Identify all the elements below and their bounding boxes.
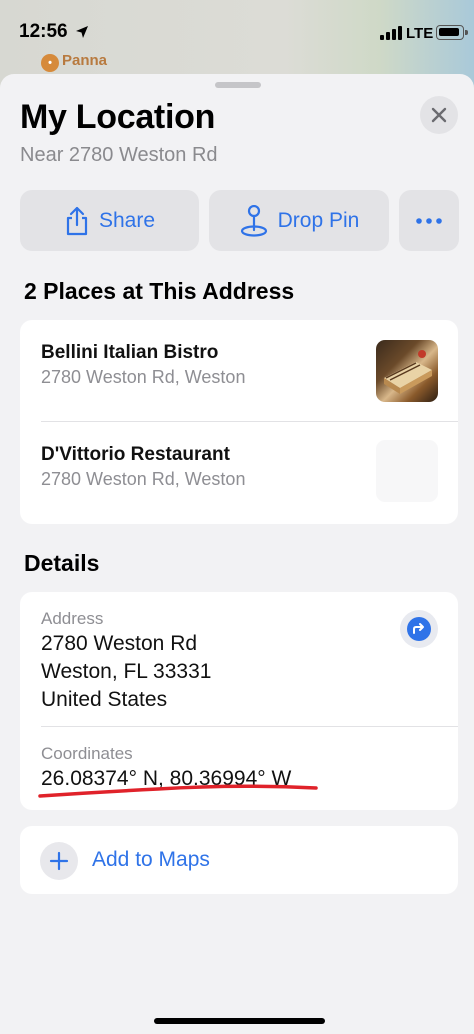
- place-address: 2780 Weston Rd, Weston: [41, 367, 246, 387]
- more-icon: [416, 217, 442, 224]
- add-to-maps-label: Add to Maps: [92, 848, 210, 871]
- share-icon: [66, 206, 88, 235]
- address-label: Address: [41, 609, 104, 628]
- plus-icon: [49, 851, 69, 871]
- drop-pin-button[interactable]: Drop Pin: [209, 190, 389, 251]
- directions-icon: [407, 617, 431, 641]
- more-button[interactable]: [399, 190, 459, 251]
- share-label: Share: [98, 208, 156, 232]
- places-heading: 2 Places at This Address: [24, 278, 295, 304]
- add-to-maps-button[interactable]: Add to Maps: [20, 826, 458, 894]
- places-card: Bellini Italian Bistro 2780 Weston Rd, W…: [20, 320, 458, 524]
- details-heading: Details: [24, 550, 100, 576]
- location-arrow-icon: [76, 26, 88, 38]
- place-photo: [376, 340, 438, 402]
- close-button[interactable]: [420, 96, 458, 134]
- status-time: 12:56: [19, 21, 68, 42]
- details-card: Address 2780 Weston Rd Weston, FL 33331 …: [20, 592, 458, 810]
- status-bar: 12:56 LTE: [0, 0, 474, 60]
- place-name: D'Vittorio Restaurant: [41, 444, 230, 465]
- battery-icon: [436, 25, 468, 40]
- address-line-2: Weston, FL 33331: [41, 660, 212, 683]
- place-address: 2780 Weston Rd, Weston: [41, 469, 246, 489]
- coordinates-label: Coordinates: [41, 744, 133, 763]
- location-sheet: My Location Near 2780 Weston Rd Share Dr…: [0, 74, 474, 1034]
- place-name: Bellini Italian Bistro: [41, 342, 219, 363]
- directions-button[interactable]: [400, 610, 438, 648]
- home-indicator[interactable]: [154, 1018, 325, 1024]
- drop-pin-icon: [240, 204, 267, 237]
- close-icon: [431, 107, 447, 123]
- share-button[interactable]: Share: [20, 190, 199, 251]
- network-type: LTE: [406, 25, 434, 42]
- drop-pin-label: Drop Pin: [277, 208, 360, 232]
- signal-icon: [380, 26, 402, 40]
- divider: [41, 726, 458, 727]
- red-underline-annotation: [38, 784, 318, 798]
- cake-image: [384, 350, 432, 394]
- address-line-3: United States: [41, 688, 168, 711]
- place-row-dvittorio[interactable]: D'Vittorio Restaurant 2780 Weston Rd, We…: [20, 422, 458, 524]
- plus-icon-circle: [40, 842, 78, 880]
- sheet-title: My Location: [20, 98, 216, 136]
- place-photo-placeholder: [376, 440, 438, 502]
- address-line-1: 2780 Weston Rd: [41, 632, 198, 655]
- sheet-grabber[interactable]: [215, 82, 261, 88]
- sheet-subtitle: Near 2780 Weston Rd: [20, 144, 218, 166]
- place-row-bellini[interactable]: Bellini Italian Bistro 2780 Weston Rd, W…: [20, 320, 458, 422]
